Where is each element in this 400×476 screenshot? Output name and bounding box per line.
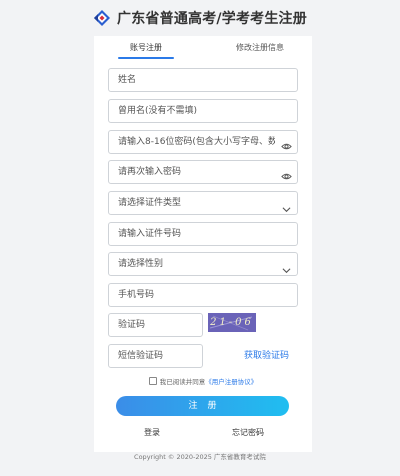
sms-code-field[interactable]: 短信验证码	[108, 344, 203, 368]
agreement-row: 我已阅读并同意 《用户注册协议》	[94, 375, 312, 387]
gender-placeholder: 请选择性别	[118, 259, 164, 269]
id-type-placeholder: 请选择证件类型	[118, 198, 182, 208]
id-number-placeholder: 请输入证件号码	[118, 229, 182, 239]
captcha-field[interactable]: 验证码	[108, 313, 203, 337]
former-name-field[interactable]: 曾用名(没有不需填)	[108, 99, 298, 123]
tab-bar: 账号注册 修改注册信息	[94, 36, 312, 62]
login-link[interactable]: 登录	[144, 427, 160, 438]
agreement-text: 我已阅读并同意	[159, 378, 206, 386]
phone-field[interactable]: 手机号码	[108, 283, 298, 307]
captcha-placeholder: 验证码	[118, 320, 146, 330]
tab-modify-registration[interactable]: 修改注册信息	[220, 36, 300, 60]
exam-logo-icon	[93, 9, 111, 27]
active-tab-indicator	[118, 57, 174, 59]
agreement-checkbox[interactable]	[148, 377, 157, 385]
forgot-password-link[interactable]: 忘记密码	[232, 427, 264, 438]
gender-select[interactable]: 请选择性别	[108, 252, 298, 276]
phone-placeholder: 手机号码	[118, 290, 155, 300]
register-button[interactable]: 注册	[116, 396, 289, 416]
captcha-image[interactable]: 21-06	[208, 313, 256, 332]
sms-code-placeholder: 短信验证码	[118, 351, 164, 361]
captcha-text: 21-06	[210, 317, 254, 328]
confirm-password-placeholder: 请再次输入密码	[118, 167, 182, 177]
name-placeholder: 姓名	[118, 75, 137, 85]
register-card: 账号注册 修改注册信息 姓名 曾用名(没有不需填) 请输入8-16位密码(包含大…	[94, 36, 312, 452]
password-placeholder: 请输入8-16位密码(包含大小写字母、数	[118, 137, 275, 147]
former-name-placeholder: 曾用名(没有不需填)	[118, 106, 198, 116]
password-field[interactable]: 请输入8-16位密码(包含大小写字母、数	[108, 130, 298, 154]
chevron-down-icon	[282, 260, 291, 274]
page-title: 广东省普通高考/学考考生注册	[117, 11, 307, 27]
confirm-password-field[interactable]: 请再次输入密码	[108, 160, 298, 184]
footer-copyright: Copyright © 2020-2025 广东省教育考试院	[134, 453, 266, 461]
name-field[interactable]: 姓名	[108, 68, 298, 92]
id-number-field[interactable]: 请输入证件号码	[108, 222, 298, 246]
chevron-down-icon	[282, 199, 291, 213]
user-agreement-link[interactable]: 《用户注册协议》	[205, 376, 257, 386]
show-confirm-password-eye-icon[interactable]	[281, 167, 292, 180]
id-type-select[interactable]: 请选择证件类型	[108, 191, 298, 215]
get-sms-code-button[interactable]: 获取验证码	[244, 348, 289, 361]
page-header: 广东省普通高考/学考考生注册	[0, 0, 400, 36]
show-password-eye-icon[interactable]	[281, 137, 292, 150]
